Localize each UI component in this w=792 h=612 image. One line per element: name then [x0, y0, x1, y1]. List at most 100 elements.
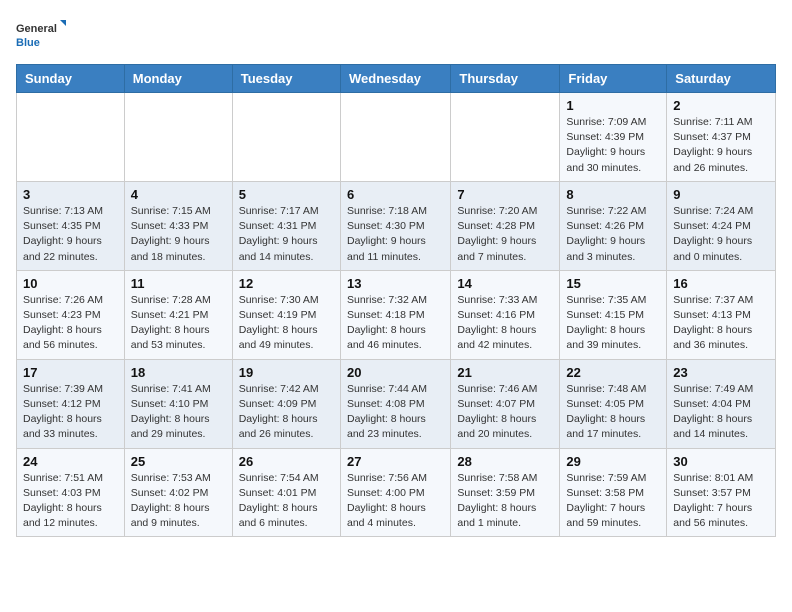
day-info: Sunrise: 7:30 AM Sunset: 4:19 PM Dayligh…: [239, 293, 334, 354]
day-number: 26: [239, 454, 334, 469]
day-info: Sunrise: 7:24 AM Sunset: 4:24 PM Dayligh…: [673, 204, 769, 265]
day-cell: 24 Sunrise: 7:51 AM Sunset: 4:03 PM Dayli…: [17, 448, 125, 537]
day-info: Sunrise: 7:22 AM Sunset: 4:26 PM Dayligh…: [566, 204, 660, 265]
day-number: 23: [673, 365, 769, 380]
header-saturday: Saturday: [667, 65, 776, 93]
svg-text:General: General: [16, 23, 57, 35]
day-number: 27: [347, 454, 444, 469]
day-cell: 17 Sunrise: 7:39 AM Sunset: 4:12 PM Dayli…: [17, 359, 125, 448]
day-cell: 30 Sunrise: 8:01 AM Sunset: 3:57 PM Dayli…: [667, 448, 776, 537]
day-cell: 9 Sunrise: 7:24 AM Sunset: 4:24 PM Daylig…: [667, 181, 776, 270]
day-number: 1: [566, 98, 660, 113]
day-info: Sunrise: 7:28 AM Sunset: 4:21 PM Dayligh…: [131, 293, 226, 354]
day-cell: 8 Sunrise: 7:22 AM Sunset: 4:26 PM Daylig…: [560, 181, 667, 270]
day-number: 12: [239, 276, 334, 291]
day-number: 17: [23, 365, 118, 380]
week-row-1: 1 Sunrise: 7:09 AM Sunset: 4:39 PM Daylig…: [17, 93, 776, 182]
day-info: Sunrise: 7:42 AM Sunset: 4:09 PM Dayligh…: [239, 382, 334, 443]
day-info: Sunrise: 7:18 AM Sunset: 4:30 PM Dayligh…: [347, 204, 444, 265]
day-number: 30: [673, 454, 769, 469]
day-cell: [451, 93, 560, 182]
week-row-4: 17 Sunrise: 7:39 AM Sunset: 4:12 PM Dayli…: [17, 359, 776, 448]
day-number: 22: [566, 365, 660, 380]
day-number: 7: [457, 187, 553, 202]
day-info: Sunrise: 7:33 AM Sunset: 4:16 PM Dayligh…: [457, 293, 553, 354]
day-info: Sunrise: 7:58 AM Sunset: 3:59 PM Dayligh…: [457, 471, 553, 532]
day-info: Sunrise: 7:13 AM Sunset: 4:35 PM Dayligh…: [23, 204, 118, 265]
day-info: Sunrise: 7:41 AM Sunset: 4:10 PM Dayligh…: [131, 382, 226, 443]
day-info: Sunrise: 7:39 AM Sunset: 4:12 PM Dayligh…: [23, 382, 118, 443]
day-cell: 21Sunrise: 7:46 AM Sunset: 4:07 PM Dayli…: [451, 359, 560, 448]
day-cell: 23 Sunrise: 7:49 AM Sunset: 4:04 PM Dayli…: [667, 359, 776, 448]
day-cell: 18Sunrise: 7:41 AM Sunset: 4:10 PM Dayli…: [124, 359, 232, 448]
day-number: 21: [457, 365, 553, 380]
day-cell: 25Sunrise: 7:53 AM Sunset: 4:02 PM Dayli…: [124, 448, 232, 537]
day-number: 5: [239, 187, 334, 202]
day-number: 3: [23, 187, 118, 202]
svg-text:Blue: Blue: [16, 37, 40, 49]
day-info: Sunrise: 7:15 AM Sunset: 4:33 PM Dayligh…: [131, 204, 226, 265]
day-cell: 14 Sunrise: 7:33 AM Sunset: 4:16 PM Dayli…: [451, 270, 560, 359]
day-info: Sunrise: 7:49 AM Sunset: 4:04 PM Dayligh…: [673, 382, 769, 443]
calendar-header-row: SundayMondayTuesdayWednesdayThursdayFrid…: [17, 65, 776, 93]
day-info: Sunrise: 7:32 AM Sunset: 4:18 PM Dayligh…: [347, 293, 444, 354]
day-number: 6: [347, 187, 444, 202]
day-info: Sunrise: 7:56 AM Sunset: 4:00 PM Dayligh…: [347, 471, 444, 532]
day-info: Sunrise: 7:44 AM Sunset: 4:08 PM Dayligh…: [347, 382, 444, 443]
day-cell: 20Sunrise: 7:44 AM Sunset: 4:08 PM Dayli…: [340, 359, 450, 448]
day-cell: [232, 93, 340, 182]
day-cell: 11 Sunrise: 7:28 AM Sunset: 4:21 PM Dayli…: [124, 270, 232, 359]
day-number: 25: [131, 454, 226, 469]
day-cell: 6 Sunrise: 7:18 AM Sunset: 4:30 PM Daylig…: [340, 181, 450, 270]
day-number: 9: [673, 187, 769, 202]
day-cell: 1 Sunrise: 7:09 AM Sunset: 4:39 PM Daylig…: [560, 93, 667, 182]
day-number: 19: [239, 365, 334, 380]
week-row-2: 3 Sunrise: 7:13 AM Sunset: 4:35 PM Daylig…: [17, 181, 776, 270]
day-cell: 15Sunrise: 7:35 AM Sunset: 4:15 PM Dayli…: [560, 270, 667, 359]
day-number: 29: [566, 454, 660, 469]
header: General Blue: [16, 16, 776, 56]
day-cell: 12 Sunrise: 7:30 AM Sunset: 4:19 PM Dayli…: [232, 270, 340, 359]
header-sunday: Sunday: [17, 65, 125, 93]
header-thursday: Thursday: [451, 65, 560, 93]
day-cell: 28 Sunrise: 7:58 AM Sunset: 3:59 PM Dayli…: [451, 448, 560, 537]
week-row-3: 10 Sunrise: 7:26 AM Sunset: 4:23 PM Dayli…: [17, 270, 776, 359]
day-info: Sunrise: 7:11 AM Sunset: 4:37 PM Dayligh…: [673, 115, 769, 176]
day-number: 13: [347, 276, 444, 291]
header-monday: Monday: [124, 65, 232, 93]
day-cell: 19 Sunrise: 7:42 AM Sunset: 4:09 PM Dayli…: [232, 359, 340, 448]
day-cell: 16Sunrise: 7:37 AM Sunset: 4:13 PM Dayli…: [667, 270, 776, 359]
day-number: 4: [131, 187, 226, 202]
day-cell: 3 Sunrise: 7:13 AM Sunset: 4:35 PM Daylig…: [17, 181, 125, 270]
day-cell: 22Sunrise: 7:48 AM Sunset: 4:05 PM Dayli…: [560, 359, 667, 448]
day-cell: 27 Sunrise: 7:56 AM Sunset: 4:00 PM Dayli…: [340, 448, 450, 537]
logo-svg: General Blue: [16, 16, 66, 56]
day-number: 11: [131, 276, 226, 291]
header-wednesday: Wednesday: [340, 65, 450, 93]
day-info: Sunrise: 7:17 AM Sunset: 4:31 PM Dayligh…: [239, 204, 334, 265]
day-info: Sunrise: 7:51 AM Sunset: 4:03 PM Dayligh…: [23, 471, 118, 532]
day-cell: 4 Sunrise: 7:15 AM Sunset: 4:33 PM Daylig…: [124, 181, 232, 270]
day-info: Sunrise: 7:59 AM Sunset: 3:58 PM Dayligh…: [566, 471, 660, 532]
day-info: Sunrise: 7:37 AM Sunset: 4:13 PM Dayligh…: [673, 293, 769, 354]
day-number: 10: [23, 276, 118, 291]
calendar-table: SundayMondayTuesdayWednesdayThursdayFrid…: [16, 64, 776, 537]
day-cell: 7 Sunrise: 7:20 AM Sunset: 4:28 PM Daylig…: [451, 181, 560, 270]
day-info: Sunrise: 7:09 AM Sunset: 4:39 PM Dayligh…: [566, 115, 660, 176]
day-cell: 29 Sunrise: 7:59 AM Sunset: 3:58 PM Dayli…: [560, 448, 667, 537]
week-row-5: 24 Sunrise: 7:51 AM Sunset: 4:03 PM Dayli…: [17, 448, 776, 537]
day-cell: 13 Sunrise: 7:32 AM Sunset: 4:18 PM Dayli…: [340, 270, 450, 359]
day-number: 14: [457, 276, 553, 291]
day-info: Sunrise: 8:01 AM Sunset: 3:57 PM Dayligh…: [673, 471, 769, 532]
logo: General Blue: [16, 16, 66, 56]
day-info: Sunrise: 7:26 AM Sunset: 4:23 PM Dayligh…: [23, 293, 118, 354]
day-cell: [124, 93, 232, 182]
header-friday: Friday: [560, 65, 667, 93]
day-number: 28: [457, 454, 553, 469]
day-number: 8: [566, 187, 660, 202]
day-info: Sunrise: 7:20 AM Sunset: 4:28 PM Dayligh…: [457, 204, 553, 265]
day-number: 24: [23, 454, 118, 469]
day-number: 2: [673, 98, 769, 113]
day-cell: 26Sunrise: 7:54 AM Sunset: 4:01 PM Dayli…: [232, 448, 340, 537]
day-cell: [17, 93, 125, 182]
